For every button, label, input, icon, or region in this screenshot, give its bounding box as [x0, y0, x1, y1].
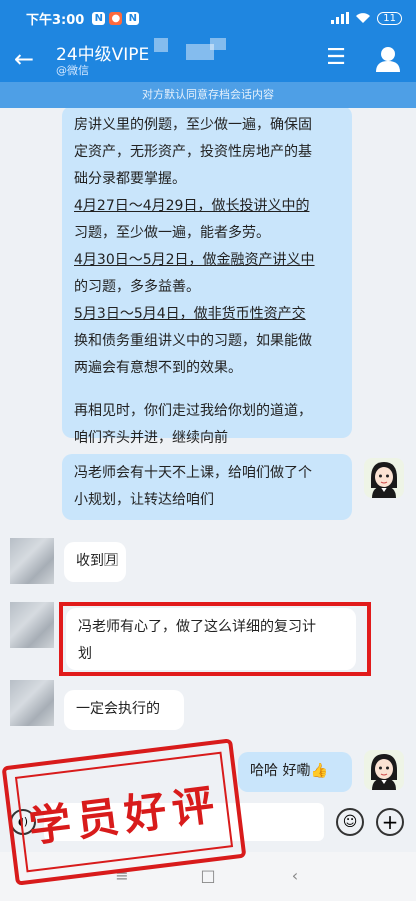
message-bubble-incoming[interactable]: 一定会执行的: [64, 690, 184, 730]
message-line: 的习题，多多益善。: [74, 279, 200, 295]
notification-icon: N: [126, 11, 140, 25]
redacted-block: [154, 38, 168, 52]
notification-icon: ●: [109, 11, 123, 25]
message-line: 小规划，让转达给咱们: [74, 492, 214, 508]
back-nav-icon[interactable]: ‹: [283, 866, 307, 885]
message-line: 5月3日～5月4日，做非货币性资产交: [74, 306, 306, 322]
message-line: 咱们齐头并进，继续向前: [74, 430, 228, 446]
user-profile-icon[interactable]: [373, 44, 403, 74]
message-spacer: [74, 382, 340, 398]
avatar[interactable]: [364, 458, 404, 498]
highlight-box: [59, 602, 371, 676]
status-time: 下午3:00: [26, 12, 85, 28]
stamp-frame: 学员好评: [14, 751, 234, 873]
back-arrow-icon[interactable]: ←: [10, 45, 38, 73]
stamp-text: 学员好评: [26, 778, 223, 851]
message-line: 哈哈 好嘞👍: [250, 763, 328, 779]
avatar[interactable]: [364, 750, 404, 790]
message-line: 4月30日～5月2日，做金融资产讲义中: [74, 252, 315, 268]
wifi-icon: [356, 13, 371, 23]
avatar-cartoon-icon: [371, 754, 397, 790]
status-bar: 下午3:00 N ● N 11: [0, 0, 416, 36]
emoji-icon[interactable]: ☺: [336, 808, 364, 836]
archive-notice: 对方默认同意存档会话内容: [0, 82, 416, 108]
avatar[interactable]: [10, 602, 54, 648]
chat-subtitle: @微信: [56, 64, 89, 77]
signal-icon: [331, 12, 350, 24]
plus-icon[interactable]: +: [376, 808, 404, 836]
status-indicators: 11: [331, 11, 402, 25]
avatar[interactable]: [10, 680, 54, 726]
message-bubble-outgoing[interactable]: 冯老师会有十天不上课，给咱们做了个 小规划，让转达给咱们: [62, 454, 352, 520]
home-nav-icon[interactable]: □: [196, 866, 220, 885]
message-bubble-outgoing[interactable]: 哈哈 好嘞👍: [238, 752, 352, 792]
message-line: 4月27日～4月29日，做长投讲义中的: [74, 198, 310, 214]
message-line: 收到🈷: [76, 553, 118, 569]
message-bubble-outgoing[interactable]: 房讲义里的例题，至少做一遍，确保固 定资产，无形资产，投资性房地产的基 础分录都…: [62, 108, 352, 446]
avatar[interactable]: [10, 538, 54, 584]
message-line: 换和债务重组讲义中的习题，如果能做: [74, 333, 312, 349]
message-line: 再相见时，你们走过我给你划的道道，: [74, 403, 312, 419]
battery-icon: 11: [377, 11, 402, 25]
menu-icon[interactable]: ☰: [322, 44, 350, 72]
message-line: 一定会执行的: [76, 701, 160, 717]
message-bubble-incoming[interactable]: 收到🈷: [64, 542, 126, 582]
message-line: 定资产，无形资产，投资性房地产的基: [74, 144, 312, 160]
avatar-cartoon-icon: [371, 462, 397, 498]
chat-header: ← 24中级VIPE @微信 ☰: [0, 36, 416, 82]
message-line: 习题，至少做一遍，能者多劳。: [74, 225, 270, 241]
chat-message-list[interactable]: 房讲义里的例题，至少做一遍，确保固 定资产，无形资产，投资性房地产的基 础分录都…: [0, 108, 416, 794]
message-line: 房讲义里的例题，至少做一遍，确保固: [74, 117, 312, 133]
message-line: 础分录都要掌握。: [74, 171, 186, 187]
message-line: 两遍会有意想不到的效果。: [74, 360, 242, 376]
redacted-block: [210, 38, 226, 50]
message-line: 冯老师会有十天不上课，给咱们做了个: [74, 465, 312, 481]
notification-icon: N: [92, 11, 106, 25]
